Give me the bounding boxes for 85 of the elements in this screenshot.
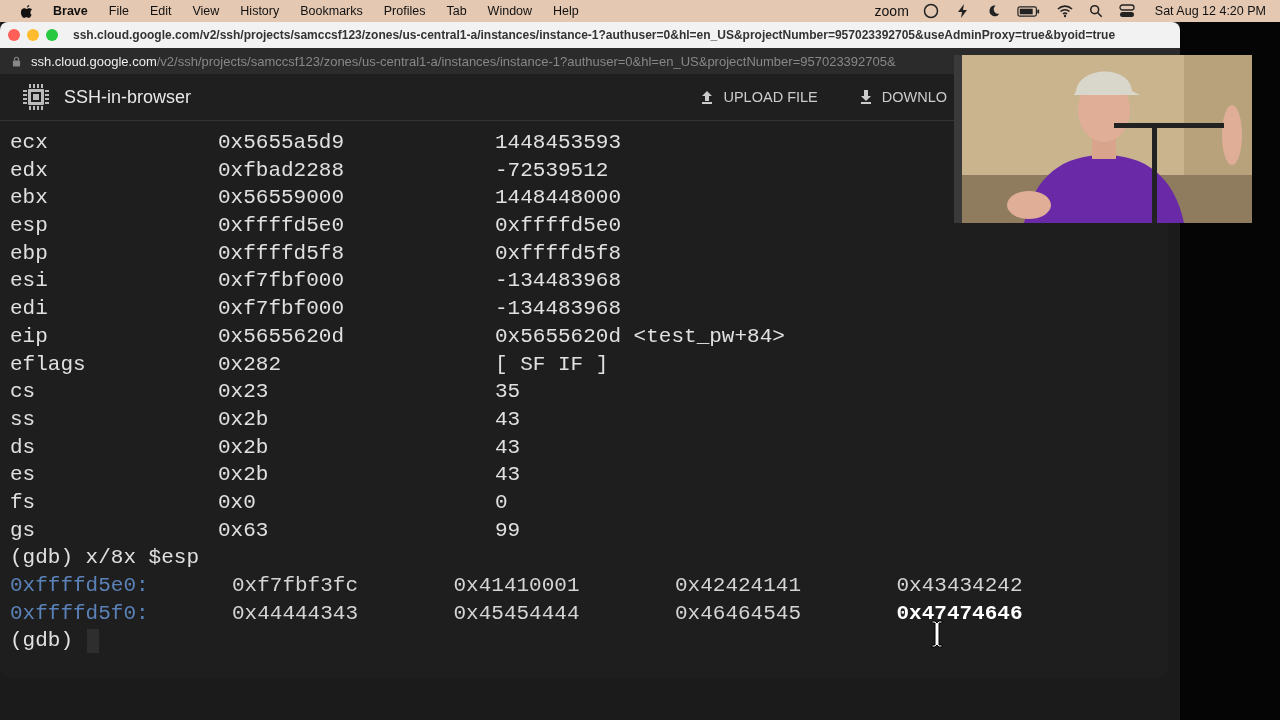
memory-word: 0x41410001 (453, 573, 581, 599)
register-hex: 0x63 (218, 517, 270, 544)
register-value: 1448448000 (495, 185, 622, 212)
register-name: edi (10, 296, 49, 323)
gdb-prompt: (gdb) (10, 628, 73, 655)
window-title: ssh.cloud.google.com/v2/ssh/projects/samccsf123/zones/us-central1-a/instances/instance-1?authuser=0&hl=en_US&projectNumber=957023392705&useAdminProxy=true&byoid=true (73, 28, 1116, 42)
register-value: 0x5655620d <test_pw+84> (495, 323, 785, 350)
register-hex: 0x2b (218, 406, 270, 433)
register-value: -134483968 (495, 296, 622, 323)
menu-item[interactable]: File (108, 4, 129, 18)
register-name: ecx (10, 130, 49, 156)
memory-word: 0x47474646 (896, 600, 1024, 627)
menu-item[interactable]: History (240, 4, 280, 18)
register-name: gs (10, 517, 37, 544)
menu-item[interactable]: Help (553, 4, 579, 18)
register-hex: 0x5655a5d9 (218, 130, 346, 156)
register-value: 99 (495, 517, 521, 544)
menu-item[interactable]: Tab (446, 4, 467, 18)
register-hex: 0x0 (218, 489, 257, 516)
app-title: SSH-in-browser (64, 86, 192, 108)
register-name: edx (10, 157, 49, 184)
register-hex: 0x23 (218, 379, 270, 406)
chip-icon (20, 81, 52, 113)
memory-word: 0x45454444 (453, 600, 581, 627)
register-name: esi (10, 268, 49, 295)
register-hex: 0xf7fbf000 (218, 268, 346, 295)
status-icon[interactable] (922, 3, 939, 19)
register-value: 43 (495, 406, 521, 433)
register-hex: 0xffffd5f8 (218, 240, 346, 267)
register-value: 43 (495, 434, 521, 461)
register-name: ss (10, 406, 37, 433)
register-name: eflags (10, 351, 87, 378)
status-menu-label[interactable]: zoom (874, 3, 909, 19)
memory-word: 0x44444343 (232, 600, 360, 627)
memory-address: 0xffffd5f0: (10, 600, 150, 627)
search-icon[interactable] (1088, 4, 1103, 18)
menu-item[interactable]: Window (487, 4, 533, 18)
lock-icon (12, 55, 21, 67)
apple-icon[interactable] (20, 3, 33, 19)
register-value: -134483968 (495, 268, 622, 295)
close-button[interactable] (8, 29, 20, 41)
register-hex: 0xfbad2288 (218, 157, 346, 184)
register-hex: 0xffffd5e0 (218, 213, 346, 240)
memory-word: 0x42424141 (675, 573, 803, 599)
register-value: -72539512 (495, 157, 609, 184)
register-hex: 0xf7fbf000 (218, 296, 346, 323)
register-name: es (10, 462, 37, 489)
register-name: eip (10, 323, 49, 350)
register-hex: 0x2b (218, 462, 270, 489)
register-value: 43 (495, 462, 521, 489)
register-value: 0xffffd5e0 (495, 213, 622, 240)
register-value: 0 (495, 489, 508, 516)
register-name: ebx (10, 185, 49, 212)
battery-icon[interactable] (1016, 4, 1041, 18)
app-menu[interactable]: Brave (53, 4, 88, 18)
register-value: 1448453593 (495, 130, 622, 156)
register-name: ebp (10, 240, 49, 267)
register-hex: 0x2b (218, 434, 270, 461)
menu-item[interactable]: Bookmarks (300, 4, 363, 18)
wifi-icon[interactable] (1056, 4, 1073, 18)
upload-file-button[interactable]: UPLOAD FILE (691, 85, 826, 109)
menu-bar-clock: Sat Aug 12 4:20 PM (1154, 4, 1266, 18)
register-name: cs (10, 379, 37, 406)
register-name: ds (10, 434, 37, 461)
moon-icon[interactable] (986, 4, 1001, 18)
i-beam-cursor-icon (930, 619, 944, 650)
memory-word: 0xf7fbf3fc (232, 573, 360, 599)
register-hex: 0x282 (218, 351, 282, 378)
register-name: fs (10, 489, 37, 516)
control-center-icon[interactable] (1118, 4, 1135, 18)
register-name: esp (10, 213, 49, 240)
download-button[interactable]: DOWNLO (849, 85, 955, 109)
address-url: ssh.cloud.google.com/v2/ssh/projects/samccsf123/zones/us-central1-a/instances/instance-1?authuser=0&hl=en_US&projectNumber=957023392705& (31, 53, 896, 69)
memory-word: 0x46464545 (675, 600, 803, 627)
memory-word: 0x43434242 (896, 573, 1024, 599)
gdb-command: (gdb) x/8x $esp (10, 545, 200, 572)
register-hex: 0x5655620d (218, 323, 346, 350)
register-value: 0xffffd5f8 (495, 240, 622, 267)
register-value: [ SF IF ] (495, 351, 609, 378)
menu-item[interactable]: View (192, 4, 220, 18)
register-value: 35 (495, 379, 521, 406)
memory-address: 0xffffd5e0: (10, 573, 150, 599)
register-hex: 0x56559000 (218, 185, 346, 212)
menu-item[interactable]: Profiles (383, 4, 426, 18)
menu-item[interactable]: Edit (149, 4, 172, 18)
